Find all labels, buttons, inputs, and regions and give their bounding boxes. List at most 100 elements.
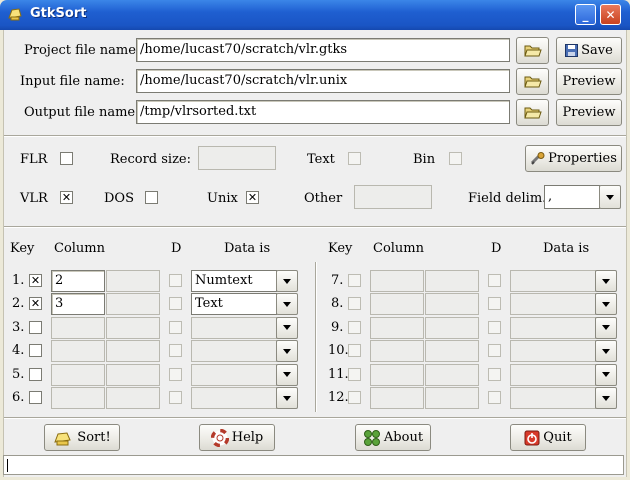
key-column-end-input[interactable] xyxy=(106,316,160,339)
key-enable-checkbox[interactable] xyxy=(348,274,361,287)
key-column-end-input[interactable] xyxy=(425,270,479,292)
key-column-end-input[interactable] xyxy=(106,293,160,316)
key-enable-checkbox[interactable] xyxy=(348,297,361,311)
key-descending-checkbox[interactable] xyxy=(488,344,501,358)
key-column-end-input[interactable] xyxy=(106,363,160,386)
key-descending-checkbox[interactable] xyxy=(488,367,501,381)
key-data-type-value[interactable] xyxy=(191,316,277,339)
key-enable-checkbox[interactable] xyxy=(348,344,361,358)
key-data-type-dropdown[interactable] xyxy=(595,293,617,316)
sort-button[interactable]: Sort! xyxy=(44,424,120,451)
close-button[interactable]: ✕ xyxy=(600,4,621,25)
key-data-type-value[interactable] xyxy=(191,340,277,363)
key-data-type-combo[interactable] xyxy=(191,340,298,363)
output-file-input[interactable]: /tmp/vlrsorted.txt xyxy=(136,100,510,124)
unix-checkbox[interactable]: ✕ xyxy=(246,191,259,204)
input-file-input[interactable]: /home/lucast70/scratch/vlr.unix xyxy=(136,69,510,93)
key-descending-checkbox[interactable] xyxy=(169,344,182,358)
key-column-start-input[interactable] xyxy=(51,340,105,363)
help-button[interactable]: Help xyxy=(199,424,275,451)
key-column-start-input[interactable]: 3 xyxy=(51,293,105,316)
key-data-type-dropdown[interactable] xyxy=(595,363,617,386)
key-enable-checkbox[interactable] xyxy=(29,344,42,358)
key-enable-checkbox[interactable] xyxy=(29,320,42,334)
field-delim-value[interactable]: , xyxy=(544,185,600,209)
input-preview-button[interactable]: Preview xyxy=(556,68,622,95)
key-column-start-input[interactable] xyxy=(370,270,424,292)
key-column-end-input[interactable] xyxy=(106,340,160,363)
dos-checkbox[interactable] xyxy=(145,191,158,204)
save-button[interactable]: Save xyxy=(556,37,622,64)
output-preview-button[interactable]: Preview xyxy=(556,99,622,126)
text-checkbox[interactable] xyxy=(348,152,361,165)
input-open-button[interactable] xyxy=(516,68,549,95)
key-column-start-input[interactable] xyxy=(370,387,424,409)
key-data-type-value[interactable] xyxy=(510,270,596,292)
key-data-type-combo[interactable] xyxy=(191,316,298,339)
key-descending-checkbox[interactable] xyxy=(169,391,182,404)
key-data-type-value[interactable] xyxy=(510,316,596,339)
key-column-start-input[interactable] xyxy=(370,316,424,339)
key-column-start-input[interactable] xyxy=(51,316,105,339)
key-enable-checkbox[interactable] xyxy=(29,391,42,404)
key-data-type-combo[interactable] xyxy=(510,340,617,363)
key-data-type-combo[interactable]: Numtext xyxy=(191,270,298,292)
key-data-type-dropdown[interactable] xyxy=(595,270,617,292)
key-data-type-value[interactable] xyxy=(510,293,596,316)
key-descending-checkbox[interactable] xyxy=(488,391,501,404)
key-column-start-input[interactable]: 2 xyxy=(51,270,105,292)
key-data-type-combo[interactable] xyxy=(510,387,617,409)
key-column-end-input[interactable] xyxy=(425,340,479,363)
key-column-end-input[interactable] xyxy=(425,293,479,316)
key-enable-checkbox[interactable]: ✕ xyxy=(29,297,42,311)
flr-checkbox[interactable] xyxy=(60,152,73,165)
key-enable-checkbox[interactable] xyxy=(348,367,361,381)
key-column-start-input[interactable] xyxy=(370,293,424,316)
project-file-input[interactable]: /home/lucast70/scratch/vlr.gtks xyxy=(136,38,510,62)
key-descending-checkbox[interactable] xyxy=(488,297,501,311)
field-delim-combo[interactable]: , xyxy=(544,185,622,209)
record-size-input[interactable] xyxy=(198,146,276,170)
vlr-checkbox[interactable]: ✕ xyxy=(60,191,73,204)
key-enable-checkbox[interactable] xyxy=(348,391,361,404)
key-enable-checkbox[interactable] xyxy=(29,367,42,381)
key-data-type-dropdown[interactable] xyxy=(276,270,298,292)
key-column-start-input[interactable] xyxy=(370,363,424,386)
key-data-type-combo[interactable] xyxy=(510,293,617,316)
key-data-type-combo[interactable] xyxy=(510,316,617,339)
key-column-start-input[interactable] xyxy=(51,363,105,386)
key-descending-checkbox[interactable] xyxy=(169,367,182,381)
key-descending-checkbox[interactable] xyxy=(169,297,182,311)
key-data-type-value[interactable] xyxy=(510,363,596,386)
key-data-type-value[interactable]: Text xyxy=(191,293,277,316)
key-enable-checkbox[interactable]: ✕ xyxy=(29,274,42,287)
key-data-type-dropdown[interactable] xyxy=(276,293,298,316)
key-data-type-value[interactable]: Numtext xyxy=(191,270,277,292)
key-data-type-combo[interactable] xyxy=(510,363,617,386)
key-data-type-dropdown[interactable] xyxy=(276,316,298,339)
key-data-type-value[interactable] xyxy=(510,340,596,363)
title-bar[interactable]: GtkSort _ ✕ xyxy=(0,0,630,30)
key-data-type-dropdown[interactable] xyxy=(276,363,298,386)
key-data-type-dropdown[interactable] xyxy=(595,340,617,363)
key-column-end-input[interactable] xyxy=(106,270,160,292)
other-input[interactable] xyxy=(354,185,432,209)
key-data-type-combo[interactable] xyxy=(191,363,298,386)
output-open-button[interactable] xyxy=(516,99,549,126)
key-descending-checkbox[interactable] xyxy=(169,320,182,334)
bin-checkbox[interactable] xyxy=(449,152,462,165)
key-column-end-input[interactable] xyxy=(425,363,479,386)
key-data-type-combo[interactable] xyxy=(191,387,298,409)
about-button[interactable]: About xyxy=(355,424,431,451)
key-data-type-combo[interactable] xyxy=(510,270,617,292)
quit-button[interactable]: Quit xyxy=(510,424,586,451)
key-data-type-dropdown[interactable] xyxy=(276,387,298,409)
key-enable-checkbox[interactable] xyxy=(348,320,361,334)
key-column-end-input[interactable] xyxy=(425,316,479,339)
key-data-type-combo[interactable]: Text xyxy=(191,293,298,316)
key-data-type-value[interactable] xyxy=(191,363,277,386)
key-descending-checkbox[interactable] xyxy=(488,274,501,287)
key-column-start-input[interactable] xyxy=(370,340,424,363)
key-descending-checkbox[interactable] xyxy=(488,320,501,334)
key-column-start-input[interactable] xyxy=(51,387,105,409)
